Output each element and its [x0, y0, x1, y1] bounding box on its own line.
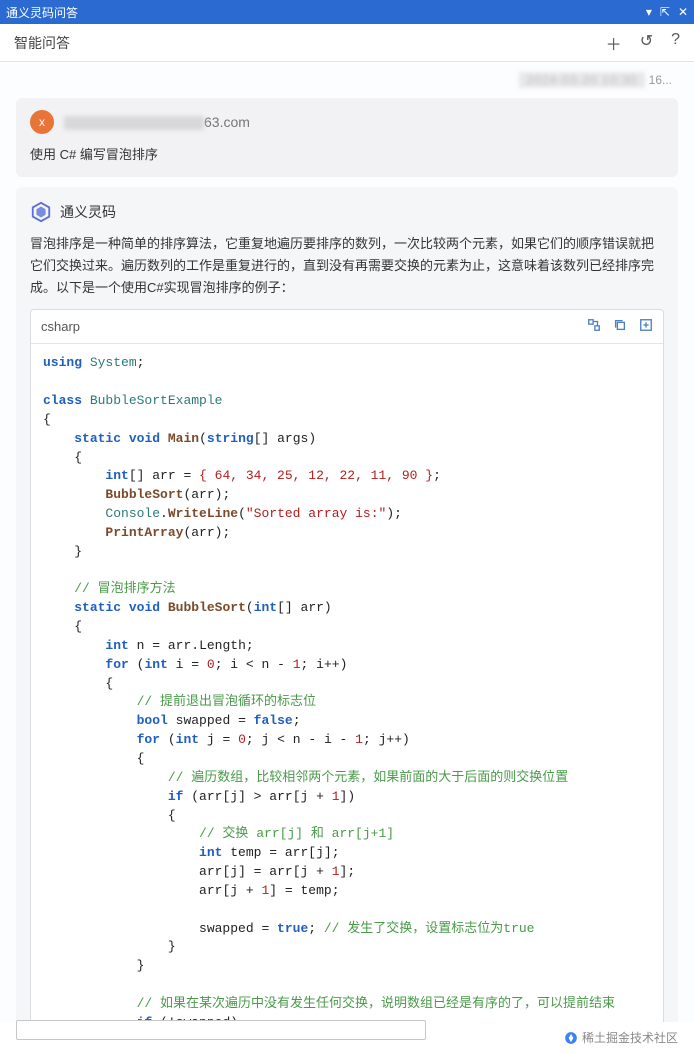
user-email: 63.com [64, 114, 250, 130]
timestamp-blurred: 2024-03-20 10:30 [519, 72, 646, 88]
toolbar: 智能问答 ＋ ↺ ? [0, 24, 694, 62]
email-suffix: 63.com [204, 114, 250, 130]
history-icon[interactable]: ↺ [640, 31, 653, 55]
insert-code-icon[interactable] [587, 318, 601, 335]
window-controls: ▾ ⇱ ✕ [646, 5, 688, 19]
watermark-text: 稀土掘金技术社区 [582, 1029, 678, 1046]
user-header: x 63.com [30, 110, 664, 134]
user-message-text: 使用 C# 编写冒泡排序 [30, 144, 664, 163]
user-message-block: x 63.com 使用 C# 编写冒泡排序 [16, 98, 678, 177]
code-body[interactable]: using System; class BubbleSortExample { … [31, 344, 663, 1022]
ai-name: 通义灵码 [60, 202, 116, 222]
code-header: csharp [31, 310, 663, 344]
new-chat-icon[interactable]: ＋ [606, 31, 622, 55]
panel-title: 智能问答 [14, 33, 606, 53]
window-titlebar: 通义灵码问答 ▾ ⇱ ✕ [0, 0, 694, 24]
timestamp-suffix: 16... [649, 73, 672, 87]
help-icon[interactable]: ? [671, 31, 680, 55]
pin-icon[interactable]: ⇱ [660, 5, 670, 19]
ai-explanation: 冒泡排序是一种简单的排序算法，它重复地遍历要排序的数列，一次比较两个元素，如果它… [30, 233, 664, 299]
watermark: 稀土掘金技术社区 [558, 1027, 684, 1048]
close-icon[interactable]: ✕ [678, 5, 688, 19]
ai-response-block: 通义灵码 冒泡排序是一种简单的排序算法，它重复地遍历要排序的数列，一次比较两个元… [16, 187, 678, 1022]
dropdown-icon[interactable]: ▾ [646, 5, 652, 19]
email-blurred [64, 116, 204, 130]
toolbar-actions: ＋ ↺ ? [606, 31, 680, 55]
ai-header: 通义灵码 [30, 201, 664, 223]
code-language-label: csharp [41, 319, 587, 334]
code-card: csharp using System; class BubbleSortExa… [30, 309, 664, 1022]
chat-input[interactable] [16, 1020, 426, 1040]
avatar: x [30, 110, 54, 134]
chat-content: 2024-03-20 10:30 16... x 63.com 使用 C# 编写… [0, 62, 694, 1022]
timestamp-row: 2024-03-20 10:30 16... [0, 62, 694, 92]
ai-logo-icon [30, 201, 52, 223]
new-file-icon[interactable] [639, 318, 653, 335]
code-actions [587, 318, 653, 335]
copy-code-icon[interactable] [613, 318, 627, 335]
window-title: 通义灵码问答 [6, 4, 646, 21]
